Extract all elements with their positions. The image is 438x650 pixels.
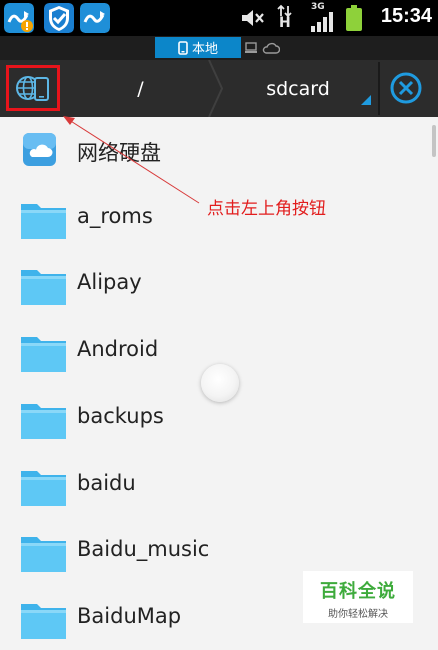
annotation-text: 点击左上角按钮 xyxy=(207,199,326,219)
watermark-title: 百科全说 xyxy=(320,581,396,602)
annotation-arrow xyxy=(63,116,200,204)
watermark-subtitle: 助你轻松解决 xyxy=(328,609,388,620)
floating-assistive-button[interactable] xyxy=(201,364,239,402)
watermark-logo: 百科全说 助你轻松解决 xyxy=(303,571,413,623)
